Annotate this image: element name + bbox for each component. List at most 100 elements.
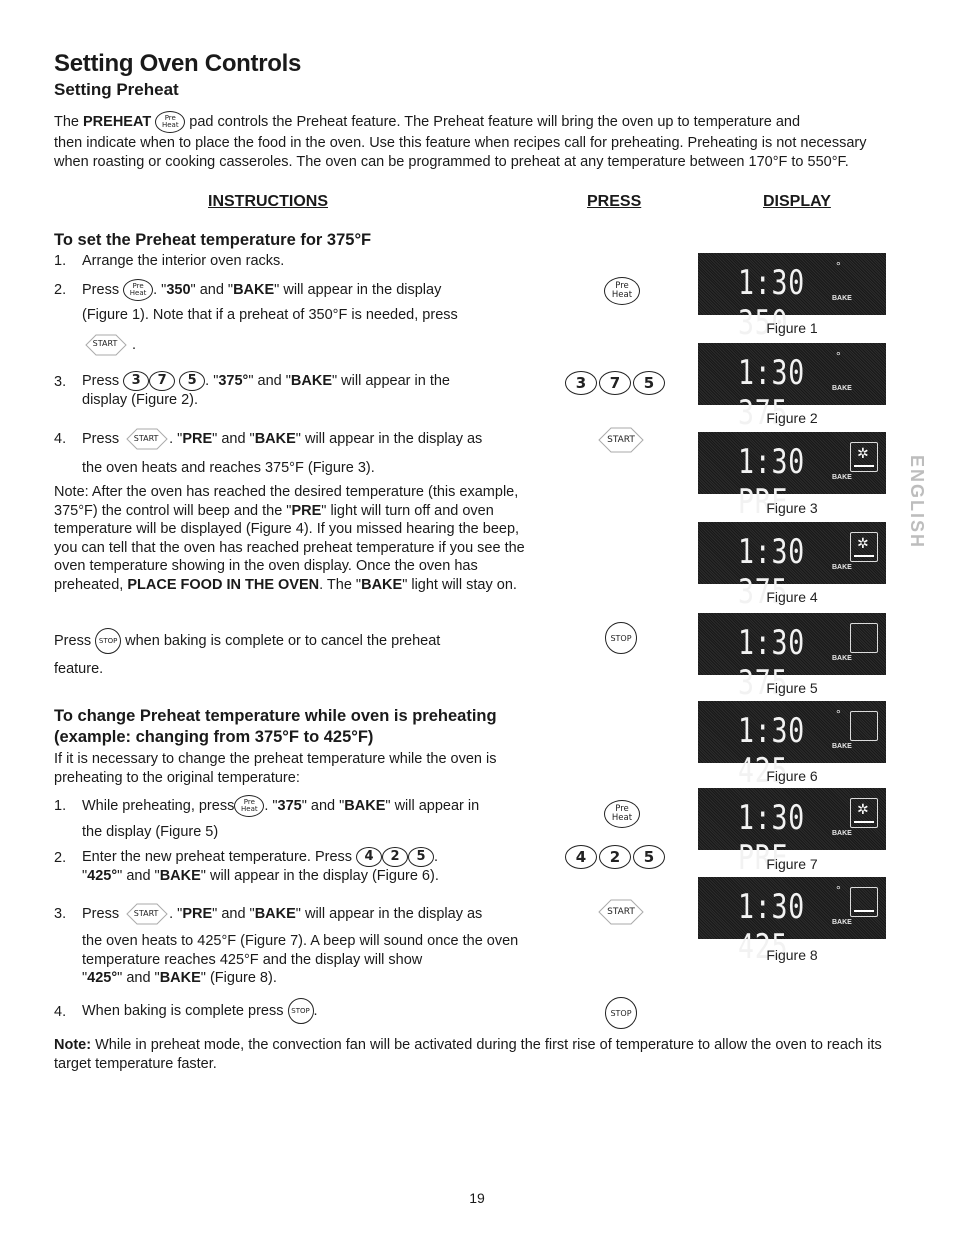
figure-caption: Figure 5: [766, 680, 818, 696]
bake-indicator: BAKE: [832, 830, 852, 837]
final-note: Note: While in preheat mode, the convect…: [54, 1037, 882, 1072]
oven-display: 1:30 425 ° BAKE: [698, 701, 886, 791]
digit-5-key-icon: 5: [633, 371, 665, 395]
figure-caption: Figure 7: [766, 856, 818, 872]
degree-symbol: °: [836, 259, 841, 273]
section-heading-change-preheat: To change Preheat temperature while oven…: [54, 707, 497, 746]
digit-2-key-icon: 2: [382, 847, 409, 867]
fan-icon: ✲: [857, 801, 869, 817]
page-title: Setting Oven Controls: [54, 50, 302, 77]
stop-instruction: Press STOP when baking is complete or to…: [54, 628, 524, 679]
heating-element-icon: [854, 465, 874, 467]
convection-indicator-box: ✲: [850, 798, 878, 828]
bake-indicator: BAKE: [832, 474, 852, 481]
preheat-key-icon: Pre Heat: [604, 277, 640, 305]
press-digit-keys-425: 425: [565, 845, 667, 869]
bake-indicator: BAKE: [832, 295, 852, 302]
start-key-icon: START: [596, 898, 646, 926]
intro-text: pad controls the Preheat feature. The Pr…: [185, 114, 801, 130]
intro-bold: PREHEAT: [83, 114, 152, 130]
oven-display: 1:30 350 ° BAKE: [698, 253, 886, 343]
press-start-key: START: [596, 426, 646, 454]
digit-7-key-icon: 7: [149, 371, 176, 391]
step-item: Press START. "PRE" and "BAKE" will appea…: [82, 427, 542, 478]
section-heading-set-preheat: To set the Preheat temperature for 375°F: [54, 231, 372, 249]
step-number: 1.: [54, 253, 67, 269]
start-key-icon: START: [596, 426, 646, 454]
convection-indicator-box: [850, 623, 878, 653]
figure-caption: Figure 1: [766, 320, 818, 336]
press-preheat-key: Pre Heat: [604, 277, 640, 305]
convection-indicator-box: [850, 711, 878, 741]
column-header-instructions: INSTRUCTIONS: [208, 193, 328, 210]
fan-icon: ✲: [857, 535, 869, 551]
oven-display: 1:30 425 ° BAKE: [698, 877, 886, 967]
heating-element-icon: [854, 910, 874, 912]
step-number: 2.: [54, 282, 67, 298]
convection-indicator-box: [850, 887, 878, 917]
intro-paragraph: The PREHEAT Pre Heat pad controls the Pre…: [54, 110, 884, 171]
oven-display: 1:30 PRE BAKE ✲: [698, 788, 886, 878]
digit-5-key-icon: 5: [408, 847, 435, 867]
oven-display: 1:30 375 ° BAKE: [698, 343, 886, 433]
step-item: Press Pre Heat. "350" and "BAKE" will app…: [82, 279, 542, 357]
convection-indicator-box: ✲: [850, 532, 878, 562]
page-number: 19: [469, 1190, 485, 1206]
step-item: When baking is complete press STOP.: [82, 998, 542, 1024]
stop-key-icon: STOP: [605, 997, 637, 1029]
step-item: Press 37 5. "375°" and "BAKE" will appea…: [82, 371, 450, 408]
step-number: 4.: [54, 431, 67, 447]
step-text: Arrange the interior oven racks.: [82, 253, 285, 269]
stop-key-icon: STOP: [605, 622, 637, 654]
step-number: 3.: [54, 374, 67, 390]
press-stop-key: STOP: [605, 622, 637, 654]
digit-4-key-icon: 4: [356, 847, 383, 867]
figure-caption: Figure 3: [766, 500, 818, 516]
digit-2-key-icon: 2: [599, 845, 631, 869]
degree-symbol: °: [836, 707, 841, 721]
bake-indicator: BAKE: [832, 655, 852, 662]
oven-display: 1:30 PRE BAKE ✲: [698, 432, 886, 522]
press-start-key: START: [596, 898, 646, 926]
figure-caption: Figure 2: [766, 410, 818, 426]
digit-3-key-icon: 3: [565, 371, 597, 395]
language-tab: ENGLISH: [907, 455, 927, 550]
step-number: 1.: [54, 798, 67, 814]
digit-5-key-icon: 5: [633, 845, 665, 869]
figure-caption: Figure 4: [766, 589, 818, 605]
figure-caption: Figure 8: [766, 947, 818, 963]
digit-5-key-icon: 5: [179, 371, 206, 391]
section-subtitle: Setting Preheat: [54, 80, 179, 99]
step-number: 4.: [54, 1004, 67, 1020]
step-number: 3.: [54, 906, 67, 922]
bake-indicator: BAKE: [832, 564, 852, 571]
press-digit-keys-375: 375: [565, 371, 667, 395]
column-header-press: PRESS: [587, 193, 642, 210]
section2-intro: If it is necessary to change the preheat…: [54, 751, 497, 786]
start-key-icon: START: [82, 332, 128, 357]
stop-key-icon: STOP: [95, 628, 122, 654]
oven-display: 1:30 375 BAKE: [698, 613, 886, 703]
preheat-key-icon: Pre Heat: [123, 279, 154, 301]
heating-element-icon: [854, 555, 874, 557]
column-header-display: DISPLAY: [763, 193, 831, 210]
figure-caption: Figure 6: [766, 768, 818, 784]
start-key-icon: START: [123, 427, 170, 451]
step-item: Press START. "PRE" and "BAKE" will appea…: [82, 902, 522, 988]
start-key-icon: START: [123, 902, 170, 926]
step-number: 2.: [54, 850, 67, 866]
preheat-key-icon: Pre Heat: [604, 800, 640, 828]
intro-text-rest: then indicate when to place the food in …: [54, 135, 867, 170]
bake-indicator: BAKE: [832, 743, 852, 750]
intro-text: The: [54, 114, 84, 130]
stop-key-icon: STOP: [287, 998, 314, 1024]
preheat-key-icon: Pre Heat: [234, 795, 265, 817]
degree-symbol: °: [836, 883, 841, 897]
bake-indicator: BAKE: [832, 385, 852, 392]
press-stop-key: STOP: [605, 997, 637, 1029]
digit-7-key-icon: 7: [599, 371, 631, 395]
digit-4-key-icon: 4: [565, 845, 597, 869]
heating-element-icon: [854, 821, 874, 823]
digit-3-key-icon: 3: [123, 371, 150, 391]
step-item: Enter the new preheat temperature. Press…: [82, 847, 439, 884]
